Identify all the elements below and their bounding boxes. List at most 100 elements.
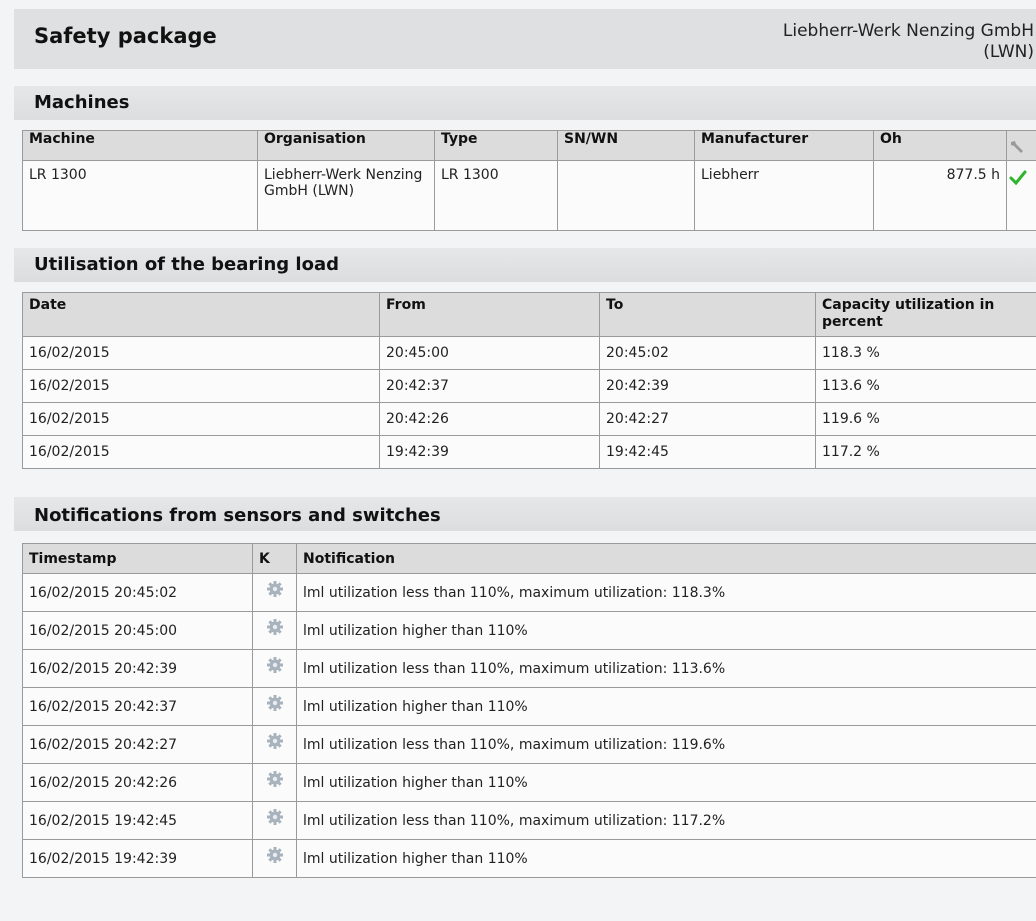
gear-icon: [266, 618, 284, 636]
machines-header-row: Machine Organisation Type SN/WN Manufact…: [22, 130, 1036, 161]
date-cell: 16/02/2015: [22, 336, 380, 370]
table-row[interactable]: LR 1300 Liebherr-Werk Nenzing GmbH (LWN)…: [22, 160, 1036, 231]
bearing-load-section-title: Utilisation of the bearing load: [34, 254, 339, 275]
column-header-manufacturer[interactable]: Manufacturer: [694, 130, 874, 161]
notifications-header-row: Timestamp K Notification: [22, 543, 1036, 574]
gear-icon: [266, 732, 284, 750]
table-row: 16/02/2015 20:42:37 20:42:39 113.6 %: [22, 369, 1036, 403]
column-header-machine[interactable]: Machine: [22, 130, 258, 161]
table-row: 16/02/2015 19:42:45 lml utilization less …: [22, 801, 1036, 840]
notification-cell: lml utilization less than 110%, maximum …: [296, 573, 1036, 612]
from-cell: 20:42:37: [379, 369, 600, 403]
table-row: 16/02/2015 19:42:39 lml utilization highe…: [22, 839, 1036, 878]
organisation-name-line1: Liebherr-Werk Nenzing GmbH: [782, 21, 1034, 41]
organisation-name-line2: (LWN): [983, 42, 1034, 62]
bearing-header-row: Date From To Capacity utilization in per…: [22, 292, 1036, 337]
gear-icon: [266, 694, 284, 712]
k-cell: [252, 649, 297, 688]
capacity-cell: 117.2 %: [815, 435, 1036, 469]
date-cell: 16/02/2015: [22, 369, 380, 403]
gear-icon: [266, 808, 284, 826]
page-title: Safety package: [34, 24, 217, 48]
to-cell: 19:42:45: [599, 435, 816, 469]
column-header-timestamp[interactable]: Timestamp: [22, 543, 253, 574]
organisation-name: Liebherr-Werk Nenzing GmbH (LWN): [614, 21, 1034, 63]
type-cell: LR 1300: [434, 160, 558, 231]
timestamp-cell: 16/02/2015 20:42:37: [22, 687, 253, 726]
table-row: 16/02/2015 20:45:00 lml utilization highe…: [22, 611, 1036, 650]
organisation-cell: Liebherr-Werk Nenzing GmbH (LWN): [257, 160, 435, 231]
timestamp-cell: 16/02/2015 20:45:02: [22, 573, 253, 612]
table-row: 16/02/2015 20:45:02 lml utilization less …: [22, 573, 1036, 612]
column-header-to[interactable]: To: [599, 292, 816, 337]
gear-icon: [266, 580, 284, 598]
timestamp-cell: 16/02/2015 19:42:39: [22, 839, 253, 878]
capacity-cell: 118.3 %: [815, 336, 1036, 370]
column-header-capacity[interactable]: Capacity utilization in percent: [815, 292, 1036, 337]
bearing-load-table: Date From To Capacity utilization in per…: [22, 292, 1036, 469]
from-cell: 20:42:26: [379, 402, 600, 436]
table-row: 16/02/2015 20:42:26 20:42:27 119.6 %: [22, 402, 1036, 436]
column-header-k[interactable]: K: [252, 543, 297, 574]
wrench-icon: [1009, 139, 1025, 155]
from-cell: 20:45:00: [379, 336, 600, 370]
date-cell: 16/02/2015: [22, 402, 380, 436]
gear-icon: [266, 656, 284, 674]
table-row: 16/02/2015 20:42:39 lml utilization less …: [22, 649, 1036, 688]
column-header-notification[interactable]: Notification: [296, 543, 1036, 574]
k-cell: [252, 801, 297, 840]
timestamp-cell: 16/02/2015 20:42:39: [22, 649, 253, 688]
machines-table: Machine Organisation Type SN/WN Manufact…: [22, 130, 1036, 231]
column-header-from[interactable]: From: [379, 292, 600, 337]
to-cell: 20:45:02: [599, 336, 816, 370]
notification-cell: lml utilization higher than 110%: [296, 611, 1036, 650]
notification-cell: lml utilization higher than 110%: [296, 763, 1036, 802]
column-header-date[interactable]: Date: [22, 292, 380, 337]
timestamp-cell: 16/02/2015 19:42:45: [22, 801, 253, 840]
notification-cell: lml utilization higher than 110%: [296, 687, 1036, 726]
date-cell: 16/02/2015: [22, 435, 380, 469]
column-header-type[interactable]: Type: [434, 130, 558, 161]
from-cell: 19:42:39: [379, 435, 600, 469]
k-cell: [252, 573, 297, 612]
safety-package-page: Safety package Liebherr-Werk Nenzing Gmb…: [0, 0, 1036, 921]
notification-cell: lml utilization less than 110%, maximum …: [296, 649, 1036, 688]
table-row: 16/02/2015 20:42:27 lml utilization less …: [22, 725, 1036, 764]
gear-icon: [266, 770, 284, 788]
checkmark-icon: [1009, 169, 1027, 187]
capacity-cell: 119.6 %: [815, 402, 1036, 436]
column-header-sn-wn[interactable]: SN/WN: [557, 130, 695, 161]
k-cell: [252, 687, 297, 726]
notification-cell: lml utilization less than 110%, maximum …: [296, 725, 1036, 764]
timestamp-cell: 16/02/2015 20:42:26: [22, 763, 253, 802]
notifications-section-header: Notifications from sensors and switches: [14, 497, 1036, 531]
notification-cell: lml utilization higher than 110%: [296, 839, 1036, 878]
manufacturer-cell: Liebherr: [694, 160, 874, 231]
table-row: 16/02/2015 20:42:26 lml utilization highe…: [22, 763, 1036, 802]
k-cell: [252, 611, 297, 650]
notifications-table: Timestamp K Notification 16/02/2015 20:4…: [22, 543, 1036, 878]
k-cell: [252, 725, 297, 764]
machines-section-title: Machines: [34, 92, 130, 113]
notification-cell: lml utilization less than 110%, maximum …: [296, 801, 1036, 840]
k-cell: [252, 839, 297, 878]
table-row: 16/02/2015 19:42:39 19:42:45 117.2 %: [22, 435, 1036, 469]
gear-icon: [266, 846, 284, 864]
timestamp-cell: 16/02/2015 20:42:27: [22, 725, 253, 764]
column-header-oh[interactable]: Oh: [873, 130, 1007, 161]
machine-cell[interactable]: LR 1300: [22, 160, 258, 231]
to-cell: 20:42:39: [599, 369, 816, 403]
notifications-section-title: Notifications from sensors and switches: [34, 505, 441, 526]
timestamp-cell: 16/02/2015 20:45:00: [22, 611, 253, 650]
table-row: 16/02/2015 20:42:37 lml utilization highe…: [22, 687, 1036, 726]
column-header-organisation[interactable]: Organisation: [257, 130, 435, 161]
page-header: Safety package Liebherr-Werk Nenzing Gmb…: [14, 9, 1036, 69]
status-cell: [1006, 160, 1036, 231]
bearing-load-section-header: Utilisation of the bearing load: [14, 248, 1036, 282]
capacity-cell: 113.6 %: [815, 369, 1036, 403]
machines-section-header: Machines: [14, 86, 1036, 120]
operating-hours-cell: 877.5 h: [873, 160, 1007, 231]
table-row: 16/02/2015 20:45:00 20:45:02 118.3 %: [22, 336, 1036, 370]
column-header-tools: [1006, 130, 1036, 161]
k-cell: [252, 763, 297, 802]
